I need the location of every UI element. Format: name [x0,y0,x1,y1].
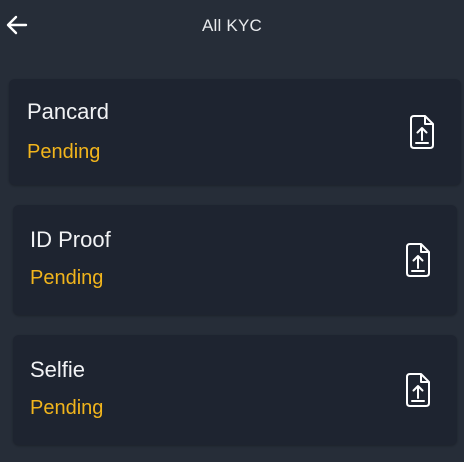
kyc-card-label: ID Proof [30,227,111,252]
file-upload-icon [406,243,430,277]
status-pending: Pending [30,397,104,419]
kyc-card-label: Pancard [27,99,109,124]
kyc-card-id-proof[interactable]: ID Proof Pending [13,205,457,315]
upload-button[interactable] [403,241,433,279]
upload-button[interactable] [403,371,433,409]
file-upload-icon [406,373,430,407]
kyc-screen: All KYC Pancard Pending ID Proof Pending [0,0,464,462]
status-pending: Pending [30,267,104,289]
kyc-card-selfie[interactable]: Selfie Pending [13,335,457,445]
file-upload-icon [410,115,434,149]
status-pending: Pending [27,141,101,163]
page-title: All KYC [202,16,262,35]
kyc-card-pancard[interactable]: Pancard Pending [9,79,461,185]
app-header: All KYC [0,0,464,56]
kyc-card-label: Selfie [30,357,86,382]
upload-button[interactable] [407,113,437,151]
